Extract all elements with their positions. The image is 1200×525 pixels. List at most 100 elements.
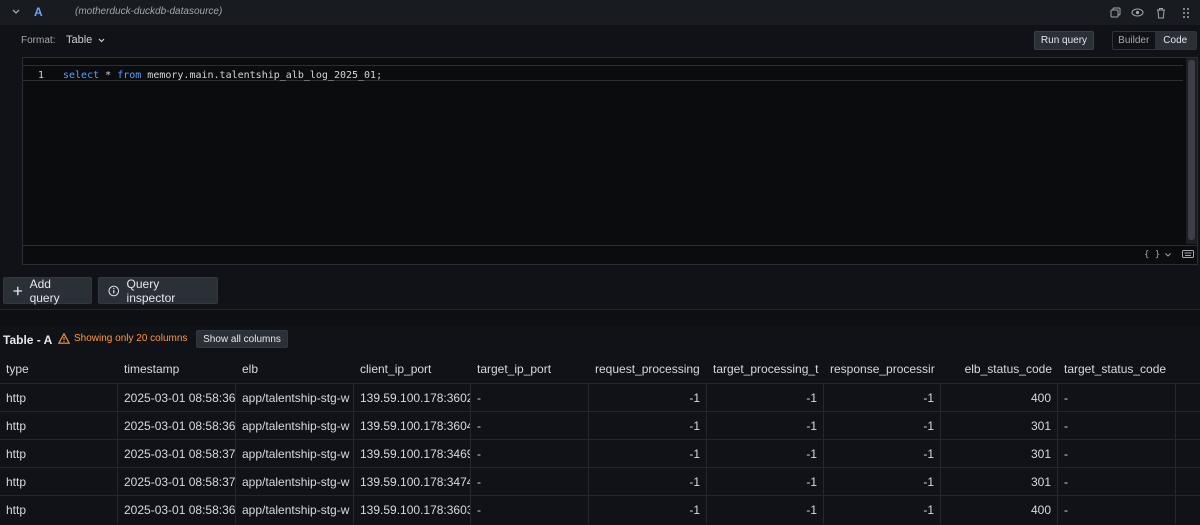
- table-cell: -1: [589, 496, 707, 524]
- sql-code[interactable]: select * from memory.main.talentship_alb…: [63, 70, 382, 81]
- table-cell: -1: [589, 468, 707, 496]
- table-row[interactable]: http 2025-03-01 08:58:36 app/talentship-st…: [0, 495, 1200, 524]
- table-cell: 139.59.100.178:36032: [354, 496, 471, 524]
- column-header[interactable]: type: [0, 355, 118, 383]
- editor-scrollbar[interactable]: [1186, 58, 1197, 244]
- sql-table-name: memory.main.talentship_alb_log_2025_01;: [141, 70, 383, 81]
- table-cell: 139.59.100.178:36042: [354, 412, 471, 440]
- format-label: Format:: [21, 35, 56, 46]
- query-row-header: A (motherduck-duckdb-datasource): [0, 0, 1200, 25]
- table-cell: -: [471, 384, 589, 412]
- table-row[interactable]: http 2025-03-01 08:58:36 app/talentship-st…: [0, 411, 1200, 440]
- run-query-button[interactable]: Run query: [1034, 31, 1094, 50]
- sql-keyword-from: from: [117, 70, 142, 81]
- column-header[interactable]: elb_status_code: [941, 355, 1058, 383]
- table-cell: 301: [941, 468, 1058, 496]
- chevron-down-icon[interactable]: [1165, 250, 1171, 260]
- table-cell: app/talentship-stg-w: [236, 384, 354, 412]
- table-title: Table - A: [3, 333, 53, 347]
- table-cell: -1: [707, 440, 824, 468]
- table-cell: -: [471, 496, 589, 524]
- eye-icon[interactable]: [1130, 5, 1145, 20]
- table-cell: http: [0, 412, 118, 440]
- table-cell: 2025-03-01 08:58:37: [118, 440, 236, 468]
- format-value: Table: [66, 34, 93, 46]
- query-letter[interactable]: A: [34, 5, 43, 19]
- column-header[interactable]: timestamp: [118, 355, 236, 383]
- datasource-name: (motherduck-duckdb-datasource): [75, 6, 223, 17]
- table-cell: -1: [589, 384, 707, 412]
- table-cell: -: [471, 412, 589, 440]
- table-cell: -1: [707, 412, 824, 440]
- table-cell: http: [0, 496, 118, 524]
- table-cell: 301: [941, 440, 1058, 468]
- table-cell: 301: [941, 412, 1058, 440]
- table-cell: app/talentship-stg-w: [236, 496, 354, 524]
- table-cell: 139.59.100.178:34740: [354, 468, 471, 496]
- table-cell: -1: [824, 496, 941, 524]
- table-cell: -: [471, 468, 589, 496]
- keyboard-icon[interactable]: [1182, 250, 1194, 261]
- active-line: 1 select * from memory.main.talentship_a…: [23, 65, 1183, 81]
- column-limit-warning: Showing only 20 columns: [58, 333, 187, 344]
- table-cell: -1: [824, 440, 941, 468]
- table-cell: -: [1058, 468, 1176, 496]
- table-cell: 2025-03-01 08:58:36: [118, 496, 236, 524]
- table-cell: app/talentship-stg-w: [236, 440, 354, 468]
- table-cell: 139.59.100.178:36020: [354, 384, 471, 412]
- table-row[interactable]: http 2025-03-01 08:58:37 app/talentship-st…: [0, 467, 1200, 496]
- add-query-label: Add query: [29, 276, 60, 305]
- table-cell: -1: [707, 496, 824, 524]
- column-header[interactable]: client_ip_port: [354, 355, 471, 383]
- column-header[interactable]: target_processing_t: [707, 355, 824, 383]
- plus-icon: [13, 286, 23, 295]
- query-inspector-label: Query inspector: [126, 276, 176, 305]
- editor-footer-divider: [23, 245, 1197, 246]
- line-number: 1: [38, 70, 45, 81]
- table-cell: -1: [824, 468, 941, 496]
- braces-icon[interactable]: { }: [1144, 250, 1160, 260]
- table-cell: 2025-03-01 08:58:36: [118, 412, 236, 440]
- table-header-row: type timestamp elb client_ip_port target…: [0, 355, 1200, 383]
- query-inspector-button[interactable]: Query inspector: [98, 276, 218, 305]
- column-header[interactable]: target_status_code: [1058, 355, 1176, 383]
- format-select[interactable]: Table: [66, 34, 105, 46]
- column-header[interactable]: target_ip_port: [471, 355, 589, 383]
- table-cell: -1: [824, 412, 941, 440]
- sql-editor[interactable]: 1 select * from memory.main.talentship_a…: [22, 57, 1198, 265]
- table-cell: http: [0, 468, 118, 496]
- table-cell: app/talentship-stg-w: [236, 468, 354, 496]
- column-header[interactable]: response_processir: [824, 355, 941, 383]
- column-header[interactable]: request_processing: [589, 355, 707, 383]
- collapse-chevron-icon[interactable]: [8, 4, 24, 20]
- panel-divider: [0, 309, 1200, 326]
- table-cell: 2025-03-01 08:58:36: [118, 384, 236, 412]
- table-row[interactable]: http 2025-03-01 08:58:36 app/talentship-st…: [0, 383, 1200, 412]
- column-header[interactable]: elb: [236, 355, 354, 383]
- trash-icon[interactable]: [1153, 5, 1168, 20]
- table-cell: -1: [707, 384, 824, 412]
- drag-handle-icon[interactable]: [1178, 5, 1193, 20]
- sql-keyword-select: select: [63, 70, 100, 81]
- show-all-columns-button[interactable]: Show all columns: [196, 330, 288, 348]
- table-cell: 139.59.100.178:34694: [354, 440, 471, 468]
- table-cell: -: [1058, 440, 1176, 468]
- table-cell: app/talentship-stg-w: [236, 412, 354, 440]
- chevron-down-icon: [98, 38, 105, 42]
- scrollbar-thumb[interactable]: [1188, 60, 1195, 240]
- table-cell: -: [1058, 384, 1176, 412]
- table-cell: -: [1058, 412, 1176, 440]
- copy-icon[interactable]: [1108, 5, 1123, 20]
- code-mode-button[interactable]: Code: [1154, 32, 1196, 49]
- table-cell: -1: [589, 440, 707, 468]
- add-query-button[interactable]: Add query: [3, 276, 92, 305]
- table-cell: http: [0, 440, 118, 468]
- table-row[interactable]: http 2025-03-01 08:58:37 app/talentship-st…: [0, 439, 1200, 468]
- warning-text: Showing only 20 columns: [74, 333, 188, 344]
- table-cell: 400: [941, 384, 1058, 412]
- builder-mode-button[interactable]: Builder: [1113, 32, 1155, 49]
- table-cell: -: [471, 440, 589, 468]
- table-cell: 2025-03-01 08:58:37: [118, 468, 236, 496]
- table-cell: -1: [824, 384, 941, 412]
- table-cell: -1: [589, 412, 707, 440]
